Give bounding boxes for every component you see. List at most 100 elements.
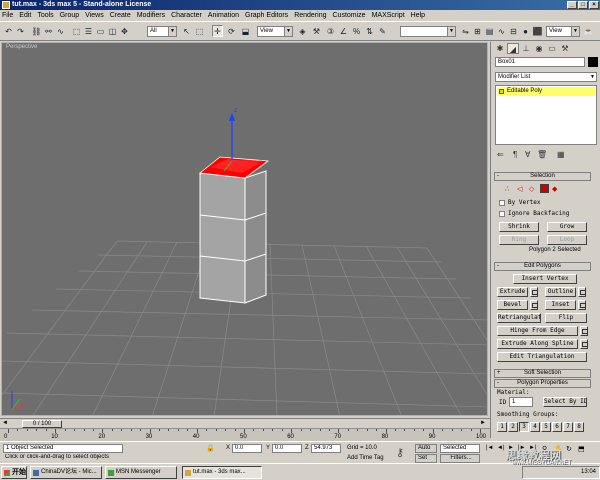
select-by-name-icon[interactable]: ☰: [83, 25, 94, 37]
add-time-tag-button[interactable]: Add Time Tag: [347, 455, 384, 461]
polygon-mode-icon[interactable]: [540, 184, 549, 193]
render-scene-icon[interactable]: ⬛: [532, 25, 543, 37]
mirror-icon[interactable]: ⇋: [460, 25, 471, 37]
smoothing-group-2[interactable]: 2: [508, 422, 518, 432]
app-icon[interactable]: [2, 1, 10, 9]
soft-selection-rollout-header[interactable]: + Soft Selection: [494, 369, 591, 378]
reference-coordinate-dropdown[interactable]: View ▼: [257, 26, 293, 37]
key-filters-button[interactable]: Filters...: [440, 454, 480, 463]
by-vertex-checkbox[interactable]: [499, 200, 505, 206]
start-button[interactable]: 开始: [1, 466, 27, 479]
create-tab-icon[interactable]: ✱: [494, 43, 506, 54]
select-link-icon[interactable]: ⛓: [31, 25, 42, 37]
edit-triangulation-button[interactable]: Edit Triangulation: [497, 352, 587, 362]
select-and-scale-icon[interactable]: ⬓: [240, 25, 251, 37]
menu-edit[interactable]: Edit: [19, 12, 31, 19]
percent-snap-icon[interactable]: %: [351, 25, 362, 37]
extrude-spline-settings-icon[interactable]: [580, 339, 588, 349]
key-mode-dropdown[interactable]: Selected: [440, 444, 480, 453]
edit-polygons-rollout-header[interactable]: - Edit Polygons: [494, 262, 591, 271]
object-color-swatch[interactable]: [588, 57, 598, 67]
select-and-rotate-icon[interactable]: ⟳: [226, 25, 237, 37]
maximize-button[interactable]: □: [578, 1, 588, 9]
modify-tab-icon[interactable]: ◢: [507, 43, 519, 54]
select-and-manipulate-icon[interactable]: ⚒: [311, 25, 322, 37]
insert-vertex-button[interactable]: Insert Vertex: [513, 274, 577, 284]
spinner-snap-icon[interactable]: ⇅: [364, 25, 375, 37]
retriangulate-button[interactable]: Retriangulate: [497, 313, 541, 323]
smoothing-group-5[interactable]: 5: [541, 422, 551, 432]
grow-button[interactable]: Grow: [547, 222, 587, 232]
select-region-icon[interactable]: ⬚: [194, 25, 205, 37]
shrink-button[interactable]: Shrink: [499, 222, 539, 232]
menu-file[interactable]: File: [2, 12, 13, 19]
inset-button[interactable]: Inset: [545, 300, 576, 310]
time-slider-thumb[interactable]: 0 / 100: [22, 420, 62, 428]
pin-stack-icon[interactable]: ⇐: [497, 150, 504, 159]
menu-help[interactable]: Help: [411, 12, 425, 19]
motion-tab-icon[interactable]: ◉: [533, 43, 545, 54]
smoothing-group-8[interactable]: 8: [574, 422, 584, 432]
schematic-view-icon[interactable]: ⊟: [508, 25, 519, 37]
menu-character[interactable]: Character: [171, 12, 202, 19]
y-coordinate-field[interactable]: 0.0: [272, 444, 302, 453]
make-unique-icon[interactable]: ∀: [525, 150, 530, 159]
snap-toggle-icon[interactable]: ③: [325, 25, 336, 37]
loop-button[interactable]: Loop: [547, 235, 587, 245]
outline-settings-icon[interactable]: [578, 287, 586, 297]
expand-icon[interactable]: [499, 89, 504, 94]
edge-mode-icon[interactable]: ◁: [517, 185, 522, 193]
stack-item-editable-poly[interactable]: Editable Poly: [497, 87, 595, 96]
show-end-result-icon[interactable]: ¶: [513, 150, 517, 159]
edit-named-sel-icon[interactable]: ✎: [377, 25, 388, 37]
hinge-settings-icon[interactable]: [580, 326, 588, 336]
go-to-start-icon[interactable]: |◄: [486, 445, 494, 451]
utilities-tab-icon[interactable]: ⚒: [559, 43, 571, 54]
prev-frame-icon[interactable]: ◄: [2, 420, 8, 426]
extrude-settings-icon[interactable]: [530, 287, 538, 297]
perspective-viewport[interactable]: Perspective z: [1, 42, 488, 416]
time-slider[interactable]: ◄ 0 / 100 ►: [0, 418, 490, 428]
quick-render-icon[interactable]: ☕: [583, 25, 594, 37]
material-id-field[interactable]: 1: [509, 397, 533, 407]
undo-icon[interactable]: ↶: [3, 25, 14, 37]
x-coordinate-field[interactable]: 0.0: [232, 444, 262, 453]
menu-create[interactable]: Create: [110, 12, 131, 19]
menu-group[interactable]: Group: [60, 12, 79, 19]
polygon-properties-rollout-header[interactable]: - Polygon Properties: [494, 379, 591, 388]
modifier-list-dropdown[interactable]: Modifier List ▼: [495, 72, 597, 82]
minimize-button[interactable]: _: [567, 1, 577, 9]
smoothing-group-7[interactable]: 7: [563, 422, 573, 432]
key-icon[interactable]: ⚷: [396, 446, 404, 459]
border-mode-icon[interactable]: ◇: [529, 185, 534, 193]
unlink-icon[interactable]: ⚯: [43, 25, 54, 37]
named-selection-dropdown[interactable]: ▼: [400, 26, 456, 37]
curve-editor-icon[interactable]: ∿: [496, 25, 507, 37]
smoothing-group-3[interactable]: 3: [519, 422, 529, 432]
smoothing-group-1[interactable]: 1: [497, 422, 507, 432]
select-icon[interactable]: ↖: [181, 25, 192, 37]
menu-customize[interactable]: Customize: [333, 12, 366, 19]
layer-manager-icon[interactable]: ▤: [484, 25, 495, 37]
selection-rollout-header[interactable]: - Selection: [494, 172, 591, 181]
task-chinadv-forum[interactable]: ChinaDV论坛 - Mic...: [30, 466, 102, 479]
remove-modifier-icon[interactable]: 🗑: [537, 150, 547, 159]
object-name-field[interactable]: Box01: [495, 57, 585, 67]
smoothing-group-4[interactable]: 4: [530, 422, 540, 432]
track-bar[interactable]: 0 10 20 30 40 50 60 70 80 90 100: [0, 428, 490, 441]
smoothing-group-6[interactable]: 6: [552, 422, 562, 432]
redo-icon[interactable]: ↷: [15, 25, 26, 37]
extrude-button[interactable]: Extrude: [497, 287, 528, 297]
select-object-icon[interactable]: ⬚: [71, 25, 82, 37]
region-select-icon[interactable]: ▭: [95, 25, 106, 37]
set-key-button[interactable]: Set: [415, 454, 437, 463]
configure-sets-icon[interactable]: ▦: [557, 150, 565, 159]
render-type-dropdown[interactable]: View ▼: [546, 26, 580, 37]
previous-key-icon[interactable]: ◄|: [497, 445, 505, 451]
menu-rendering[interactable]: Rendering: [294, 12, 326, 19]
flip-button[interactable]: Flip: [545, 313, 587, 323]
select-and-move-icon[interactable]: ✛: [212, 25, 223, 37]
menu-animation[interactable]: Animation: [208, 12, 239, 19]
ring-button[interactable]: Ring: [499, 235, 539, 245]
task-msn-messenger[interactable]: MSN Messenger: [105, 466, 177, 479]
